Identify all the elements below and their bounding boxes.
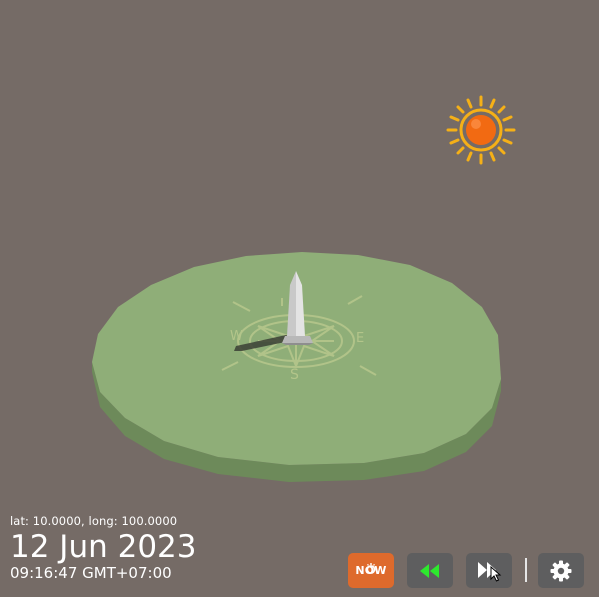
location-coords: lat: 10.0000, long: 100.0000 xyxy=(10,514,178,528)
mouse-cursor-icon xyxy=(490,566,502,582)
now-button-label: NOW xyxy=(355,564,387,577)
sundial-viewport[interactable]: W E S lat: 10.0000, long: 100.0000 12 Ju… xyxy=(0,0,599,597)
settings-button[interactable] xyxy=(538,553,584,588)
current-date: 12 Jun 2023 xyxy=(10,529,197,565)
now-button[interactable]: NOW xyxy=(348,553,394,588)
info-panel: lat: 10.0000, long: 100.0000 12 Jun 2023… xyxy=(10,514,196,582)
controls-divider xyxy=(525,558,527,582)
compass-south-label: S xyxy=(290,367,299,383)
gear-icon xyxy=(550,560,572,581)
current-time: 09:16:47 GMT+07:00 xyxy=(10,564,172,582)
scene: W E S xyxy=(92,95,516,482)
sun-icon[interactable] xyxy=(446,95,516,165)
fast-forward-button[interactable] xyxy=(466,553,512,588)
compass-east-label: E xyxy=(356,331,364,346)
rewind-button[interactable] xyxy=(407,553,453,588)
compass-west-label: W xyxy=(230,329,243,344)
rewind-icon xyxy=(420,563,439,578)
